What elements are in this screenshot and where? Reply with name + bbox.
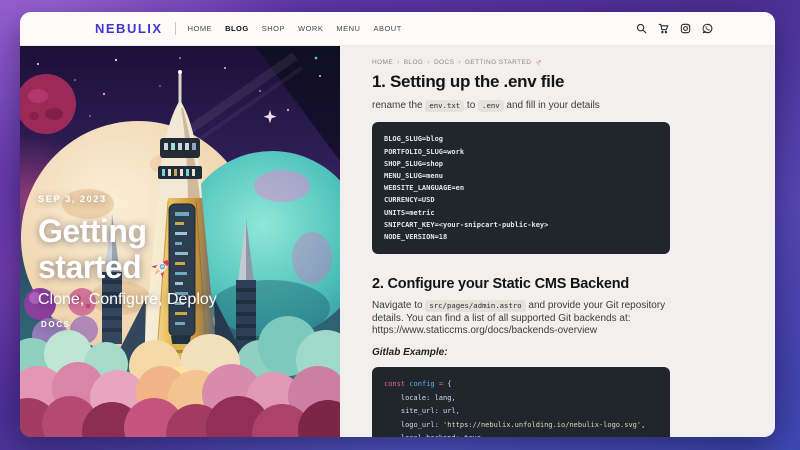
code-line: SHOP_SLUG=shop [384, 158, 658, 170]
breadcrumb-separator: › [458, 59, 461, 66]
header-divider [175, 22, 176, 35]
env-code-block: BLOG_SLUG=blogPORTFOLIO_SLUG=workSHOP_SL… [372, 122, 670, 254]
site-header: NEBULIX HOME BLOG SHOP WORK MENU ABOUT [20, 12, 775, 46]
hero-text: SEP 3, 2023 Getting started [38, 194, 217, 329]
cart-icon[interactable] [658, 23, 669, 34]
code-line: SNIPCART_KEY=<your-snipcart-public-key> [384, 219, 658, 231]
window-body: SEP 3, 2023 Getting started [20, 46, 775, 437]
nav-item-about[interactable]: ABOUT [373, 24, 401, 33]
instagram-icon[interactable] [680, 23, 691, 34]
whatsapp-icon[interactable] [702, 23, 713, 34]
code-line: NODE_VERSION=18 [384, 231, 658, 243]
section2-heading: 2. Configure your Static CMS Backend [372, 276, 775, 292]
hero-title: Getting started [38, 213, 217, 285]
header-icons [636, 23, 713, 34]
hero-title-line1: Getting [38, 213, 217, 249]
section2-body: Navigate to src/pages/admin.astro and pr… [372, 300, 674, 337]
code-line: site_url: url, [384, 405, 658, 418]
site-logo[interactable]: NEBULIX [95, 21, 163, 36]
section1-heading: 1. Setting up the .env file [372, 72, 775, 92]
breadcrumb-rocket-icon [535, 59, 542, 66]
config-code-block: const config = { locale: lang, site_url:… [372, 367, 670, 437]
code-line: const config = { [384, 378, 658, 391]
inline-code: src/pages/admin.astro [425, 300, 525, 312]
code-line: logo_url: 'https://nebulix.unfolding.io/… [384, 419, 658, 432]
browser-window: NEBULIX HOME BLOG SHOP WORK MENU ABOUT [20, 12, 775, 437]
code-line: WEBSITE_LANGUAGE=en [384, 182, 658, 194]
main-nav: HOME BLOG SHOP WORK MENU ABOUT [188, 24, 402, 33]
rocket-emoji-icon [148, 255, 174, 281]
inline-code: env.txt [425, 100, 464, 112]
nav-item-blog[interactable]: BLOG [225, 24, 249, 33]
breadcrumb: HOME›BLOG›DOCS›GETTING STARTED [372, 59, 775, 66]
nav-item-menu[interactable]: MENU [336, 24, 360, 33]
breadcrumb-separator: › [427, 59, 430, 66]
nav-item-shop[interactable]: SHOP [262, 24, 285, 33]
code-line: locale: lang, [384, 392, 658, 405]
breadcrumb-docs[interactable]: DOCS [434, 59, 454, 66]
nav-item-work[interactable]: WORK [298, 24, 323, 33]
breadcrumb-getting-started[interactable]: GETTING STARTED [465, 59, 531, 66]
search-icon[interactable] [636, 23, 647, 34]
breadcrumb-blog[interactable]: BLOG [404, 59, 424, 66]
code-line: BLOG_SLUG=blog [384, 133, 658, 145]
inline-code: .env [478, 100, 504, 112]
code-line: local_backend: true, [384, 432, 658, 437]
hero-title-line2: started [38, 249, 217, 285]
hero-cover: SEP 3, 2023 Getting started [20, 46, 340, 437]
code-line: PORTFOLIO_SLUG=work [384, 146, 658, 158]
hero-tag-docs[interactable]: DOCS [41, 320, 217, 329]
code-line: CURRENCY=USD [384, 194, 658, 206]
breadcrumb-separator: › [397, 59, 400, 66]
code-line: MENU_SLUG=menu [384, 170, 658, 182]
breadcrumb-home[interactable]: HOME [372, 59, 393, 66]
hero-subtitle: Clone, Configure, Deploy [38, 291, 217, 309]
hero-date: SEP 3, 2023 [38, 194, 217, 205]
section1-intro: rename the env.txt to .env and fill in y… [372, 100, 674, 112]
gitlab-example-label: Gitlab Example: [372, 347, 775, 358]
article-content: HOME›BLOG›DOCS›GETTING STARTED 1. Settin… [340, 46, 775, 437]
nav-item-home[interactable]: HOME [188, 24, 213, 33]
code-line: UNITS=metric [384, 207, 658, 219]
